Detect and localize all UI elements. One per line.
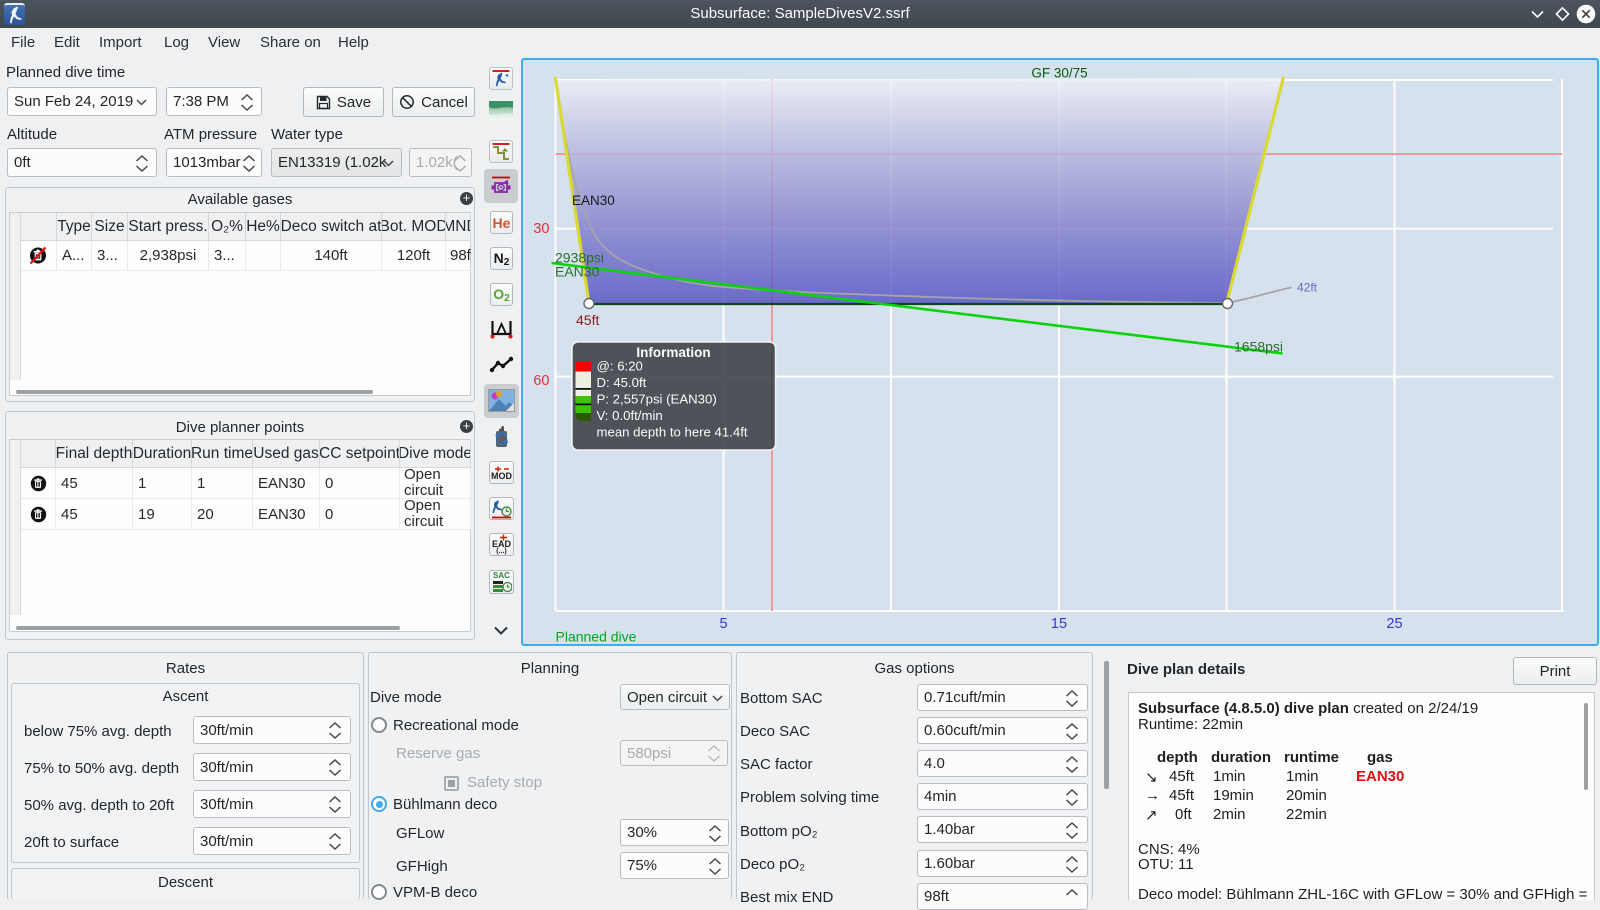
- svg-text:V: 0.0ft/min: V: 0.0ft/min: [597, 408, 663, 423]
- svg-text:30: 30: [533, 221, 549, 237]
- svg-text:42ft: 42ft: [1297, 281, 1318, 295]
- svg-text:@: 6:20: @: 6:20: [597, 359, 643, 374]
- svg-text:60: 60: [533, 373, 549, 389]
- svg-text:mean depth to here 41.4ft: mean depth to here 41.4ft: [597, 425, 748, 440]
- svg-text:Information: Information: [636, 345, 710, 360]
- svg-text:15: 15: [1051, 616, 1067, 632]
- svg-text:Planned dive: Planned dive: [556, 629, 637, 645]
- svg-text:45ft: 45ft: [576, 312, 599, 328]
- svg-text:1658psi: 1658psi: [1234, 339, 1283, 355]
- svg-text:EAN30: EAN30: [555, 264, 600, 280]
- svg-text:P: 2,557psi (EAN30): P: 2,557psi (EAN30): [597, 392, 717, 407]
- svg-text:D: 45.0ft: D: 45.0ft: [597, 375, 647, 390]
- svg-text:EAN30: EAN30: [572, 193, 615, 208]
- svg-text:25: 25: [1386, 616, 1402, 632]
- svg-text:5: 5: [719, 616, 727, 632]
- svg-text:GF 30/75: GF 30/75: [1031, 66, 1087, 81]
